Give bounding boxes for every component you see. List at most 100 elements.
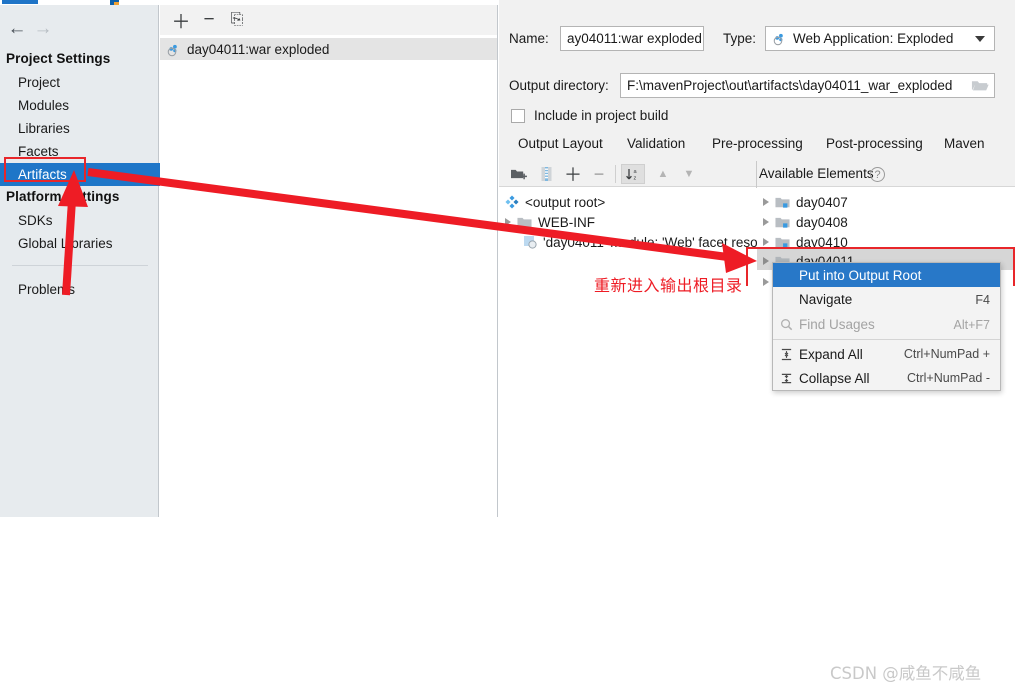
artifact-list-item[interactable]: day04011:war exploded: [160, 38, 497, 60]
web-artifact-icon: [772, 31, 787, 46]
output-directory-input[interactable]: F:\mavenProject\out\artifacts\day04011_w…: [620, 73, 995, 98]
tree-row-label: <output root>: [525, 194, 606, 210]
type-label: Type:: [723, 31, 757, 46]
artifact-list-toolbar: ＋ − ⎘: [160, 5, 497, 35]
sidebar-item-modules[interactable]: Modules: [0, 94, 159, 117]
menu-item-navigate[interactable]: Navigate F4: [773, 287, 1000, 312]
chevron-down-icon[interactable]: [975, 35, 985, 42]
add-artifact-button[interactable]: ＋: [170, 9, 192, 33]
tab-post-processing[interactable]: Post-processing: [826, 136, 923, 161]
menu-item-expand-all[interactable]: Expand All Ctrl+NumPad +: [773, 342, 1000, 366]
tree-row[interactable]: 'day04011' module: 'Web' facet resou: [499, 232, 781, 252]
folder-icon[interactable]: [971, 78, 990, 94]
tree-row-label: day0407: [796, 194, 848, 210]
remove-element-button[interactable]: −: [587, 164, 611, 184]
collapse-all-icon: [773, 372, 799, 385]
expand-triangle-icon[interactable]: [763, 198, 769, 206]
sidebar-item-problems[interactable]: Problems: [0, 278, 159, 301]
tab-pre-processing[interactable]: Pre-processing: [712, 136, 803, 161]
expand-triangle-icon[interactable]: [763, 238, 769, 246]
watermark: CSDN @咸鱼不咸鱼: [830, 664, 982, 683]
remove-artifact-button[interactable]: −: [198, 9, 220, 31]
sidebar-item-project[interactable]: Project: [0, 71, 159, 94]
sidebar-divider: [12, 265, 148, 266]
artifact-icon: [505, 195, 519, 209]
svg-text:a: a: [634, 169, 638, 175]
tree-row[interactable]: <output root>: [499, 192, 763, 212]
output-layout-toolbar: ＋ − a z ▲ ▼: [499, 161, 1015, 187]
sidebar-item-label: Modules: [18, 98, 70, 113]
forward-arrow-icon[interactable]: →: [30, 17, 56, 39]
svg-text:z: z: [634, 175, 637, 181]
tree-row[interactable]: day0408: [757, 212, 1015, 232]
artifact-list-item-label: day04011:war exploded: [187, 41, 330, 57]
tab-output-layout[interactable]: Output Layout: [510, 136, 611, 163]
sort-az-button[interactable]: a z: [621, 164, 645, 184]
tree-row-label: day0408: [796, 214, 848, 230]
help-icon[interactable]: ?: [870, 167, 885, 182]
menu-item-collapse-all[interactable]: Collapse All Ctrl+NumPad -: [773, 366, 1000, 390]
sidebar-item-global-libraries[interactable]: Global Libraries: [0, 232, 159, 255]
menu-item-label: Find Usages: [799, 317, 875, 332]
menu-item-accelerator: F4: [975, 292, 990, 307]
sidebar-group-title-project-settings: Project Settings: [6, 51, 111, 66]
tree-row-label: 'day04011' module: 'Web' facet resou: [543, 234, 766, 250]
menu-item-accelerator: Alt+F7: [953, 317, 990, 332]
sidebar-item-label: Problems: [18, 282, 76, 297]
output-directory-label: Output directory:: [509, 78, 609, 93]
artifact-list-panel: ＋ − ⎘ day04011:war exploded: [160, 5, 498, 517]
artifact-name-value: ay04011:war exploded: [567, 31, 702, 46]
output-directory-value: F:\mavenProject\out\artifacts\day04011_w…: [627, 78, 953, 93]
sidebar-item-label: Libraries: [18, 121, 70, 136]
artifact-type-value: Web Application: Exploded: [793, 31, 954, 46]
available-elements-header: Available Elements: [759, 166, 874, 181]
folder-icon: [517, 216, 532, 229]
expand-triangle-icon[interactable]: [763, 218, 769, 226]
menu-separator: [773, 339, 1000, 340]
tab-validation[interactable]: Validation: [627, 136, 685, 161]
include-in-project-build-checkbox-row[interactable]: Include in project build: [511, 108, 668, 123]
sidebar-item-label: Project: [18, 75, 61, 90]
back-arrow-icon[interactable]: ←: [4, 17, 30, 39]
tree-row-label: WEB-INF: [538, 214, 595, 230]
create-directory-button[interactable]: [507, 164, 529, 184]
menu-item-accelerator: Ctrl+NumPad -: [906, 371, 990, 385]
include-in-project-build-label: Include in project build: [534, 108, 669, 123]
toolbar-separator: [615, 165, 616, 183]
facet-resource-icon: [523, 235, 537, 249]
artifact-type-select[interactable]: Web Application: Exploded: [765, 26, 995, 51]
tab-maven[interactable]: Maven: [944, 136, 985, 161]
include-in-project-build-checkbox[interactable]: [511, 108, 525, 123]
search-icon: [773, 318, 799, 331]
sidebar-item-libraries[interactable]: Libraries: [0, 117, 159, 140]
sidebar-nav-arrows: ← →: [0, 17, 159, 41]
output-layout-tree: <output root> WEB-INF 'day04011' module:…: [499, 188, 765, 518]
web-artifact-icon: [166, 42, 181, 57]
expand-all-icon: [773, 348, 799, 361]
sidebar-item-label: SDKs: [18, 213, 53, 228]
create-archive-button[interactable]: [535, 164, 557, 184]
detail-tabs: Output Layout Validation Pre-processing …: [499, 136, 1015, 163]
sidebar-item-sdks[interactable]: SDKs: [0, 209, 159, 232]
menu-item-find-usages: Find Usages Alt+F7: [773, 312, 1000, 337]
move-up-button[interactable]: ▲: [651, 164, 675, 184]
module-folder-icon: [775, 216, 790, 229]
menu-item-accelerator: Ctrl+NumPad +: [903, 347, 990, 361]
annotation-chinese-note: 重新进入输出根目录: [594, 276, 743, 295]
sidebar-item-label: Global Libraries: [18, 236, 113, 251]
artifact-name-input[interactable]: ay04011:war exploded: [560, 26, 704, 51]
tree-row[interactable]: day0407: [757, 192, 1015, 212]
module-folder-icon: [775, 196, 790, 209]
window-titlebar-fragment: [2, 0, 38, 4]
name-label: Name:: [509, 31, 549, 46]
menu-item-label: Collapse All: [799, 370, 870, 386]
artifacts-highlight-box: [4, 157, 86, 182]
menu-item-label: Expand All: [799, 346, 863, 362]
move-down-button[interactable]: ▼: [677, 164, 701, 184]
put-into-output-root-highlight-box: [746, 247, 1015, 286]
expand-triangle-icon[interactable]: [505, 218, 511, 226]
menu-item-label: Navigate: [799, 292, 853, 307]
copy-artifact-button[interactable]: ⎘: [226, 9, 248, 31]
add-copy-of-button[interactable]: ＋: [561, 164, 585, 185]
tree-row[interactable]: WEB-INF: [499, 212, 763, 232]
